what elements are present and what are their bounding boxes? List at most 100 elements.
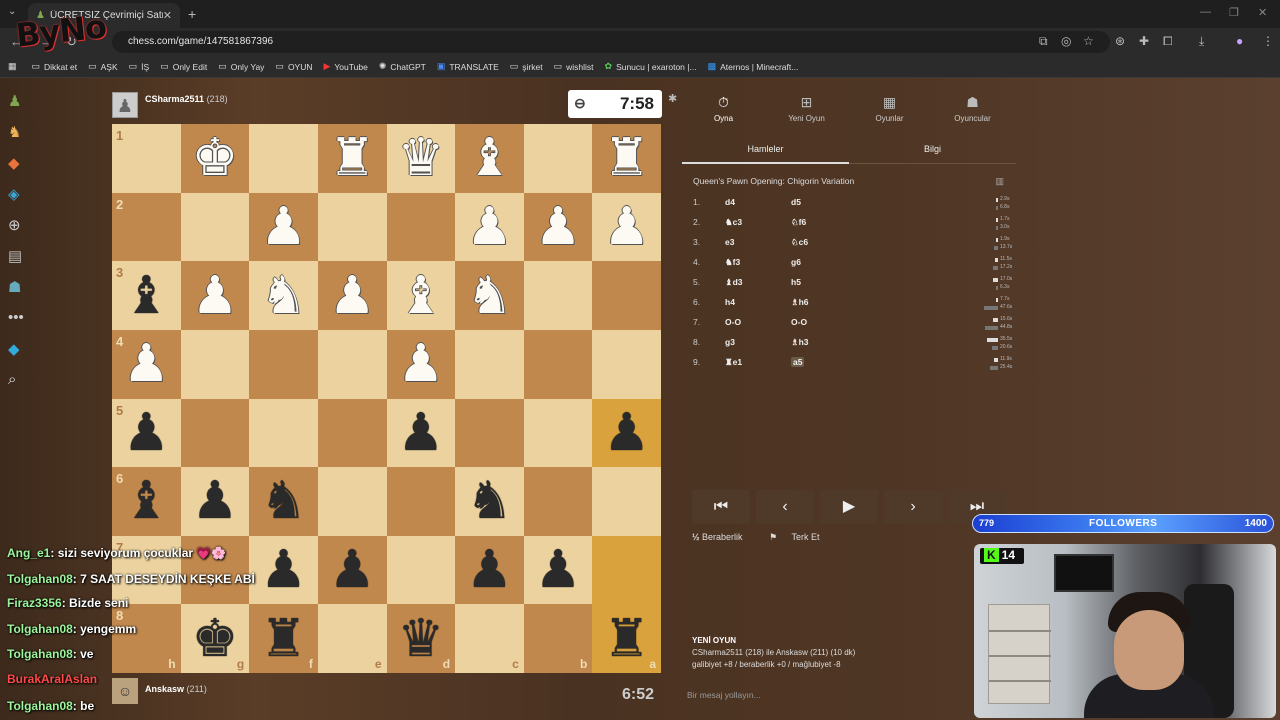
white-pawn-icon[interactable]: ♟ <box>329 270 376 322</box>
white-move[interactable]: h4 <box>725 297 735 307</box>
square[interactable]: ♟ <box>523 535 593 605</box>
square[interactable]: ♞ <box>249 261 318 330</box>
white-pawn-icon[interactable]: ♟ <box>603 201 650 253</box>
black-pawn-icon[interactable]: ♟ <box>466 544 513 596</box>
square[interactable] <box>180 398 250 468</box>
square[interactable] <box>386 467 456 536</box>
white-pawn-icon[interactable]: ♟ <box>260 201 307 253</box>
black-queen-icon[interactable]: ♛ <box>398 613 445 665</box>
square[interactable]: 1 <box>112 124 181 193</box>
square[interactable]: 3 ♝ <box>112 261 181 330</box>
chess-board[interactable]: 1 ♚ ♜ ♛ ♝ ♜ 2 ♟ ♟ ♟ ♟ 3 ♝ ♟ ♞ ♟ ♝ ♞ 4 ♟ ♟ 5 ♟ ♟ ♟ 6 ♝ ♟ ♞ ♞ 7 ♟ ♟ ♟ ♟ 8 h g ♚ f… <box>112 124 661 673</box>
extension-icon[interactable]: ⊛ <box>1115 34 1125 48</box>
square[interactable] <box>592 535 661 605</box>
square[interactable]: ♜ <box>592 124 661 193</box>
square[interactable] <box>249 398 318 468</box>
bookmark-6[interactable]: ▭ OYUN <box>275 61 312 72</box>
tab-players[interactable]: ☗ Oyuncular <box>931 94 1014 123</box>
menu-icon[interactable]: ⋮ <box>1262 34 1274 48</box>
black-knight-icon[interactable]: ♞ <box>466 475 513 527</box>
new-tab-icon[interactable]: + <box>188 6 196 22</box>
bookmark-3[interactable]: ▭ İŞ <box>129 61 150 72</box>
maximize-icon[interactable]: ❐ <box>1229 6 1239 19</box>
white-move[interactable]: ♝d3 <box>725 277 743 288</box>
square[interactable]: ♟ <box>317 261 387 330</box>
square[interactable] <box>523 398 593 468</box>
white-rook-icon[interactable]: ♜ <box>603 132 650 184</box>
black-move[interactable]: ♗h3 <box>791 337 809 348</box>
top-player-name[interactable]: CSharma2511 (218) <box>145 94 228 104</box>
white-pawn-icon[interactable]: ♟ <box>192 270 239 322</box>
resign-button[interactable]: ⚑ Terk Et <box>769 532 831 542</box>
chat-username[interactable]: Tolgahan08 <box>7 622 73 636</box>
square[interactable] <box>592 261 661 330</box>
top-player-avatar[interactable]: ♟ <box>112 92 138 118</box>
bookmark-4[interactable]: ▭ Only Edit <box>160 61 207 72</box>
chat-username[interactable]: Tolgahan08 <box>7 572 73 586</box>
square[interactable] <box>523 124 593 193</box>
black-move[interactable]: h5 <box>791 277 801 287</box>
square[interactable]: ♜ <box>317 124 387 193</box>
star-icon[interactable]: ☆ <box>1083 34 1094 48</box>
square[interactable] <box>592 329 661 399</box>
chat-username[interactable]: BurakAralAslan <box>7 672 97 686</box>
next-move-button[interactable]: › <box>884 490 942 524</box>
white-move[interactable]: ♜e1 <box>725 357 742 368</box>
square[interactable]: 6 ♝ <box>112 467 181 536</box>
square[interactable]: a ♜ <box>592 604 661 673</box>
friends-icon[interactable]: ☗ <box>8 278 21 296</box>
white-pawn-icon[interactable]: ♟ <box>466 201 513 253</box>
black-move[interactable]: ♗h6 <box>791 297 809 308</box>
white-move[interactable]: e3 <box>725 237 734 247</box>
tab-moves[interactable]: Hamleler <box>682 144 849 154</box>
extension2-icon[interactable]: ✚ <box>1139 34 1149 48</box>
black-pawn-icon[interactable]: ♟ <box>398 407 445 459</box>
square[interactable] <box>523 329 593 399</box>
square[interactable]: ♟ <box>386 398 456 468</box>
square[interactable]: b <box>523 604 593 673</box>
white-knight-icon[interactable]: ♞ <box>260 270 307 322</box>
square[interactable]: ♞ <box>249 467 318 536</box>
white-move[interactable]: ♞c3 <box>725 217 742 228</box>
white-pawn-icon[interactable]: ♟ <box>123 338 170 390</box>
black-pawn-icon[interactable]: ♟ <box>260 544 307 596</box>
chat-username[interactable]: Tolgahan08 <box>7 699 73 713</box>
bottom-player-avatar[interactable]: ☺ <box>112 678 138 704</box>
bookmark-translate[interactable]: ▣ TRANSLATE <box>437 61 499 72</box>
square[interactable]: f ♜ <box>249 604 318 673</box>
square[interactable] <box>249 124 318 193</box>
social-icon[interactable]: ▤ <box>8 247 22 265</box>
square[interactable]: ♟ <box>249 535 318 605</box>
square[interactable]: ♟ <box>592 192 661 262</box>
black-bishop-icon[interactable]: ♝ <box>123 270 170 322</box>
tab-games[interactable]: ▦ Oyunlar <box>848 94 931 123</box>
more-icon[interactable]: ••• <box>8 309 24 326</box>
black-move[interactable]: ♘c6 <box>791 237 808 248</box>
board-settings-icon[interactable]: ✱ <box>668 92 677 105</box>
bookmark-chatgpt[interactable]: ✺ ChatGPT <box>379 61 426 72</box>
chat-input[interactable]: Bir mesaj yollayın... <box>687 690 761 700</box>
tab-play[interactable]: ⏱ Oyna <box>682 94 765 123</box>
square[interactable]: ♝ <box>386 261 456 330</box>
chat-username[interactable]: Ang_e1 <box>7 546 50 560</box>
square[interactable]: ♟ <box>523 192 593 262</box>
puzzle-icon[interactable]: ⧠ <box>1163 34 1173 49</box>
square[interactable] <box>386 535 456 605</box>
prev-move-button[interactable]: ‹ <box>756 490 814 524</box>
search-icon[interactable]: ⌕ <box>8 371 16 388</box>
square[interactable]: ♟ <box>180 261 250 330</box>
bookmark-wishlist[interactable]: ▭ wishlist <box>554 61 594 72</box>
square[interactable] <box>317 192 387 262</box>
white-bishop-icon[interactable]: ♝ <box>466 132 513 184</box>
black-rook-icon[interactable]: ♜ <box>603 613 650 665</box>
square[interactable] <box>180 329 250 399</box>
black-move[interactable]: O-O <box>791 317 807 327</box>
black-bishop-icon[interactable]: ♝ <box>123 475 170 527</box>
bookmark-5[interactable]: ▭ Only Yay <box>218 61 264 72</box>
square[interactable]: 8h <box>112 604 181 673</box>
tab-info[interactable]: Bilgi <box>849 144 1016 154</box>
square[interactable] <box>180 192 250 262</box>
square[interactable]: ♟ <box>455 192 524 262</box>
square[interactable]: ♟ <box>317 535 387 605</box>
bookmark-2[interactable]: ▭ AŞK <box>88 61 118 72</box>
